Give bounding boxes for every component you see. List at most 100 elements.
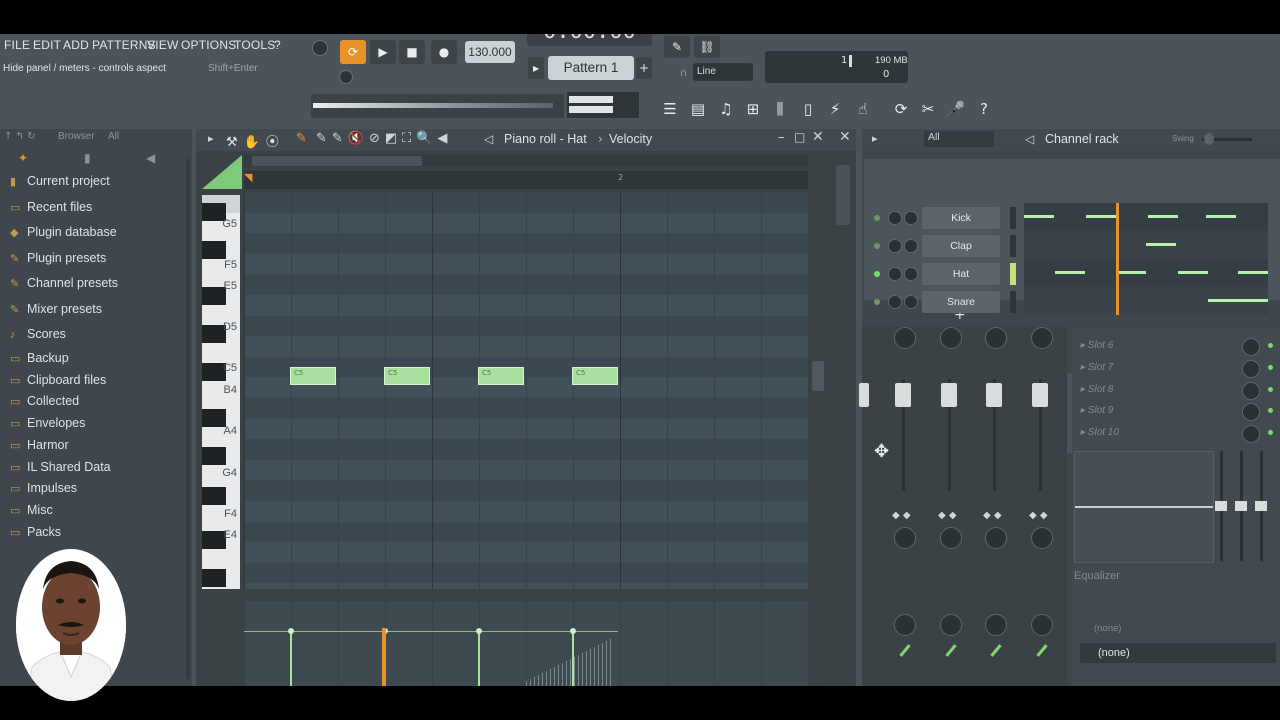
browser-item-impulses[interactable]: ▭ Impulses	[10, 481, 77, 495]
channel-button-hat[interactable]: Hat	[922, 263, 1000, 285]
black-key[interactable]	[202, 487, 226, 505]
mixer-send-knob[interactable]	[894, 614, 916, 636]
step-note[interactable]	[1055, 271, 1085, 274]
recent-button[interactable]: ⟳	[888, 96, 914, 122]
black-key[interactable]	[202, 447, 226, 465]
menu-view[interactable]: VIEW	[147, 38, 178, 52]
mixer-pan-knob[interactable]	[985, 527, 1007, 549]
browser-item-scores[interactable]: ♪ Scores	[10, 327, 66, 341]
browser-item-harmor[interactable]: ▭ Harmor	[10, 438, 69, 452]
channel-rack-button[interactable]: ▤	[685, 96, 711, 122]
note-grid[interactable]: C5 C5 C5 C5	[244, 192, 808, 589]
eq-band-fader[interactable]	[1235, 501, 1247, 511]
stop-button[interactable]: ■	[399, 40, 425, 64]
eq-band-fader[interactable]	[1255, 501, 1267, 511]
browser-filter[interactable]: All	[108, 131, 119, 142]
browser-item-packs[interactable]: ▭ Packs	[10, 525, 61, 539]
send-none-1[interactable]: (none)	[1094, 623, 1121, 634]
mixer-pan-knob[interactable]	[1031, 527, 1053, 549]
piano-keyboard[interactable]: G5 F5 E5 D5 C5 B4 A4 G4 F4 E4	[202, 195, 240, 589]
browser-save-icon[interactable]: ▮	[84, 151, 91, 165]
channel-select-indicator[interactable]	[1010, 207, 1016, 229]
link-button[interactable]: ⛓	[694, 36, 720, 58]
mixer-send-knob[interactable]	[985, 614, 1007, 636]
black-key[interactable]	[202, 531, 226, 549]
mixer-fader[interactable]	[941, 383, 957, 407]
channel-button-clap[interactable]: Clap	[922, 235, 1000, 257]
channel-volume-knob[interactable]	[904, 295, 918, 309]
close-icon-2[interactable]: ✕	[839, 129, 851, 145]
slot-mix-knob[interactable]	[1242, 425, 1260, 443]
project-button[interactable]: ▯	[795, 96, 821, 122]
channel-mute-led[interactable]	[874, 243, 880, 249]
browser-item-collected[interactable]: ▭ Collected	[10, 394, 79, 408]
mixer-slot-6[interactable]: ▸ Slot 6	[1080, 340, 1113, 351]
mixer-pan-knob[interactable]	[894, 527, 916, 549]
mixer-swap-icon[interactable]: ◆ ◆	[983, 510, 1002, 521]
browser-scrollbar[interactable]	[186, 159, 190, 679]
tools-button[interactable]: ✂	[915, 96, 941, 122]
step-note[interactable]	[1238, 271, 1268, 274]
channel-select-indicator[interactable]	[1010, 263, 1016, 285]
browser-item-plugin-presets[interactable]: ✎ Plugin presets	[10, 251, 106, 265]
eq-band-fader[interactable]	[1215, 501, 1227, 511]
browser-item-il-shared-data[interactable]: ▭ IL Shared Data	[10, 460, 111, 474]
menu-help[interactable]: ?	[274, 38, 281, 52]
channel-rack-menu-icon[interactable]: ▸	[872, 132, 878, 145]
channel-volume-knob[interactable]	[904, 267, 918, 281]
mixer-slot-9[interactable]: ▸ Slot 9	[1080, 405, 1113, 416]
mixer-send-knob[interactable]	[940, 614, 962, 636]
step-note[interactable]	[1178, 271, 1208, 274]
note[interactable]: C5	[572, 367, 618, 385]
mixer-slot-10[interactable]: ▸ Slot 10	[1080, 427, 1119, 438]
browser-item-channel-presets[interactable]: ✎ Channel presets	[10, 276, 118, 290]
piano-roll-button[interactable]: ♫	[713, 96, 739, 122]
channel-mute-led[interactable]	[874, 215, 880, 221]
browser-button[interactable]: ⊞	[740, 96, 766, 122]
channel-button-snare[interactable]: Snare	[922, 291, 1000, 313]
browser-item-backup[interactable]: ▭ Backup	[10, 351, 69, 365]
browser-star-icon[interactable]: ✦	[18, 151, 28, 165]
vertical-scrollbar[interactable]	[811, 171, 825, 595]
black-key[interactable]	[202, 409, 226, 427]
channel-button-kick[interactable]: Kick	[922, 207, 1000, 229]
timeline-ruler[interactable]: 2 ◥	[244, 171, 808, 189]
channel-pan-knob[interactable]	[888, 239, 902, 253]
slot-enable-led[interactable]	[1268, 408, 1273, 413]
channel-filter[interactable]: All	[924, 131, 994, 147]
menu-options[interactable]: OPTIONS	[181, 38, 236, 52]
edit-tools-icons[interactable]: ✎✎🔇⊘◩⛶🔍◀	[316, 131, 452, 146]
channel-pan-knob[interactable]	[888, 267, 902, 281]
step-note[interactable]	[1024, 215, 1054, 218]
note[interactable]: C5	[290, 367, 336, 385]
mixer-swap-icon[interactable]: ◆ ◆	[892, 510, 911, 521]
step-note[interactable]	[1148, 215, 1178, 218]
browser-item-clipboard-files[interactable]: ▭ Clipboard files	[10, 373, 106, 387]
channel-select-indicator[interactable]	[1010, 291, 1016, 313]
minimize-icon[interactable]: –	[778, 130, 785, 145]
browser-item-recent-files[interactable]: ▭ Recent files	[10, 200, 92, 214]
browser-item-plugin-database[interactable]: ◆ Plugin database	[10, 225, 117, 239]
step-note[interactable]	[1206, 215, 1236, 218]
mixer-button[interactable]: ⫼	[767, 96, 793, 122]
play-button[interactable]: ▶	[370, 40, 396, 64]
swing-slider-handle[interactable]	[1204, 133, 1214, 145]
browser-item-misc[interactable]: ▭ Misc	[10, 503, 53, 517]
record-button[interactable]: ●	[431, 40, 457, 64]
piano-roll-menu-icon[interactable]: ▸	[208, 132, 214, 145]
black-key[interactable]	[202, 241, 226, 259]
snap-selector[interactable]: Line	[693, 63, 753, 81]
mixer-slot-7[interactable]: ▸ Slot 7	[1080, 362, 1113, 373]
slot-enable-led[interactable]	[1268, 387, 1273, 392]
velocity-handle[interactable]	[476, 628, 482, 634]
master-pitch-knob[interactable]	[339, 70, 353, 84]
menu-file[interactable]: FILE	[4, 38, 30, 52]
slot-enable-led[interactable]	[1268, 343, 1273, 348]
note[interactable]: C5	[478, 367, 524, 385]
mixer-master-fader[interactable]	[859, 383, 869, 407]
step-note[interactable]	[1116, 271, 1146, 274]
pattern-song-toggle[interactable]: ⟳	[340, 40, 366, 64]
send-none-2[interactable]: (none)	[1080, 643, 1276, 663]
browser-nav-icons[interactable]: ↑ ↰ ↻	[4, 131, 36, 142]
slot-mix-knob[interactable]	[1242, 338, 1260, 356]
